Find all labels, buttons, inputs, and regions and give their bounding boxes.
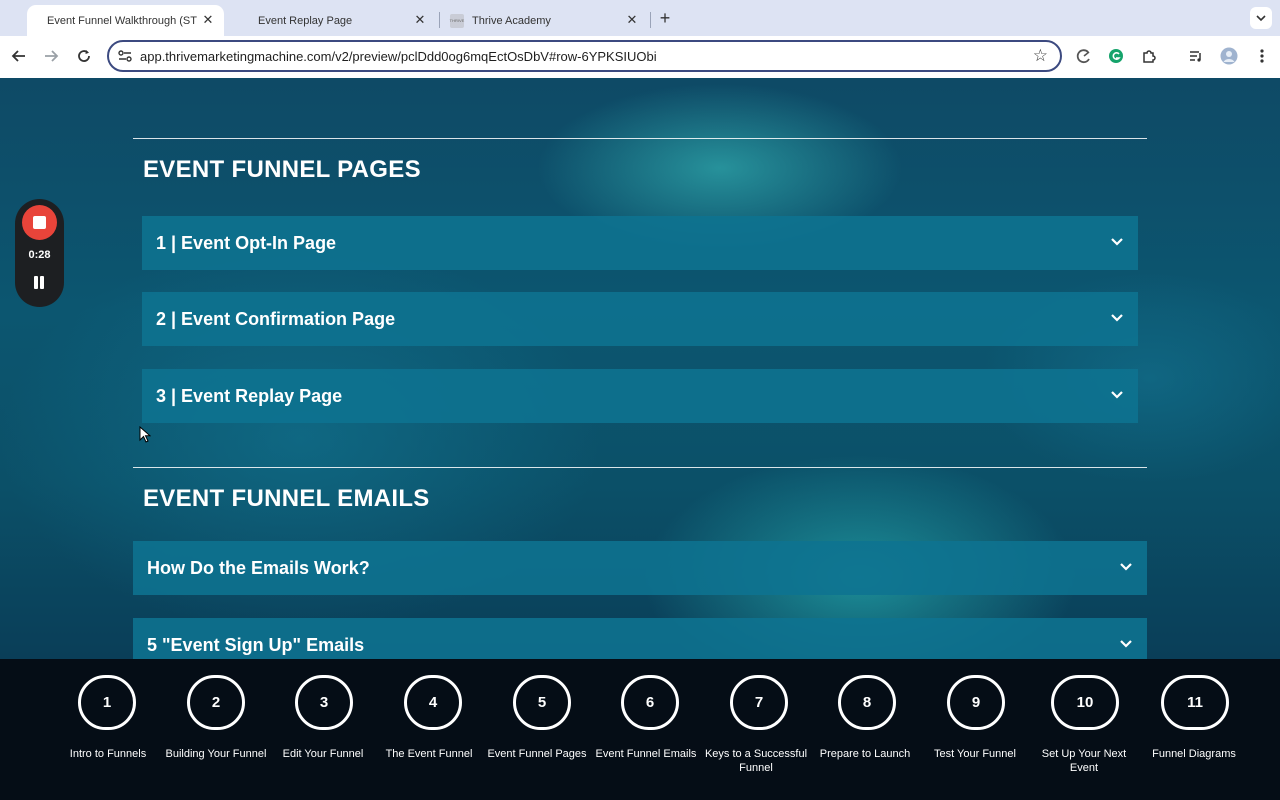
stop-recording-button[interactable] <box>22 205 57 240</box>
accordion-event-sign-up-emails[interactable]: 5 "Event Sign Up" Emails <box>133 618 1147 659</box>
step-6-event-funnel-emails[interactable]: 6 Event Funnel Emails <box>591 659 701 800</box>
accordion-label: 3 | Event Replay Page <box>156 385 343 406</box>
step-9-test-your-funnel[interactable]: 9 Test Your Funnel <box>920 659 1030 800</box>
pause-icon[interactable] <box>33 276 46 290</box>
step-1-intro-to-funnels[interactable]: 1 Intro to Funnels <box>53 659 163 800</box>
browser-menu-icon[interactable] <box>1252 46 1272 66</box>
extension-loader-icon[interactable] <box>1074 46 1094 66</box>
chevron-down-icon <box>1120 563 1132 571</box>
tab-title: Event Replay Page <box>258 14 353 27</box>
step-number-circle: 11 <box>1161 675 1229 730</box>
step-label: Set Up Your Next Event <box>1041 748 1127 774</box>
step-number-circle: 8 <box>838 675 896 730</box>
tab-search-chevron-icon[interactable] <box>1250 7 1272 29</box>
step-number-circle: 10 <box>1051 675 1119 730</box>
step-number-circle: 4 <box>404 675 462 730</box>
step-number-circle: 9 <box>947 675 1005 730</box>
tab-separator <box>650 12 651 28</box>
tab-title: Thrive Academy <box>472 14 551 27</box>
step-7-keys-to-successful-funnel[interactable]: 7 Keys to a Successful Funnel <box>701 659 811 800</box>
chevron-down-icon <box>1111 238 1123 246</box>
close-tab-icon[interactable]: ✕ <box>200 12 216 28</box>
step-label: Prepare to Launch <box>819 748 911 760</box>
tab-event-replay-page[interactable]: Event Replay Page ✕ <box>236 5 436 36</box>
step-number-circle: 6 <box>621 675 679 730</box>
step-11-funnel-diagrams[interactable]: 11 Funnel Diagrams <box>1139 659 1249 800</box>
section-divider <box>133 138 1147 139</box>
screen-recorder-widget: 0:28 <box>15 199 64 307</box>
chevron-down-icon <box>1111 314 1123 322</box>
bookmark-star-icon[interactable]: ☆ <box>1033 46 1048 66</box>
grammarly-icon[interactable] <box>1106 46 1126 66</box>
step-label: Edit Your Funnel <box>282 748 364 760</box>
address-bar[interactable]: app.thrivemarketingmachine.com/v2/previe… <box>107 40 1062 72</box>
step-4-the-event-funnel[interactable]: 4 The Event Funnel <box>374 659 484 800</box>
tab-title: Event Funnel Walkthrough (ST <box>47 14 197 27</box>
tab-strip: Event Funnel Walkthrough (ST ✕ Event Rep… <box>0 0 1280 36</box>
chevron-down-icon <box>1111 391 1123 399</box>
step-label: Intro to Funnels <box>69 748 147 760</box>
step-8-prepare-to-launch[interactable]: 8 Prepare to Launch <box>810 659 920 800</box>
mouse-cursor-icon <box>139 426 151 443</box>
step-label: Test Your Funnel <box>934 748 1016 760</box>
accordion-event-opt-in-page[interactable]: 1 | Event Opt-In Page <box>142 216 1138 270</box>
event-funnel-emails-heading: EVENT FUNNEL EMAILS <box>143 485 430 512</box>
accordion-how-do-emails-work[interactable]: How Do the Emails Work? <box>133 541 1147 595</box>
media-control-icon[interactable] <box>1186 46 1206 66</box>
accordion-event-confirmation-page[interactable]: 2 | Event Confirmation Page <box>142 292 1138 346</box>
event-funnel-pages-heading: EVENT FUNNEL PAGES <box>143 156 421 183</box>
step-number-circle: 7 <box>730 675 788 730</box>
step-10-set-up-next-event[interactable]: 10 Set Up Your Next Event <box>1029 659 1139 800</box>
step-label: Keys to a Successful Funnel <box>704 748 808 774</box>
extensions-puzzle-icon[interactable] <box>1139 46 1159 66</box>
browser-toolbar: app.thrivemarketingmachine.com/v2/previe… <box>0 36 1280 78</box>
step-label: Event Funnel Pages <box>487 748 587 760</box>
profile-avatar-icon[interactable] <box>1219 46 1239 66</box>
tab-event-funnel-walkthrough[interactable]: Event Funnel Walkthrough (ST ✕ <box>27 5 224 36</box>
new-tab-button[interactable]: + <box>655 8 675 28</box>
course-steps-nav: 1 Intro to Funnels 2 Building Your Funne… <box>0 659 1280 800</box>
section-divider <box>133 467 1147 468</box>
page-content: EVENT FUNNEL PAGES 1 | Event Opt-In Page… <box>0 78 1280 659</box>
forward-arrow-icon[interactable] <box>40 45 62 67</box>
step-number-circle: 1 <box>78 675 136 730</box>
accordion-label: 2 | Event Confirmation Page <box>156 308 396 329</box>
site-settings-icon[interactable] <box>117 48 133 64</box>
reload-icon[interactable] <box>73 45 95 67</box>
close-tab-icon[interactable]: ✕ <box>624 12 640 28</box>
accordion-label: 5 "Event Sign Up" Emails <box>147 634 365 655</box>
step-label: Building Your Funnel <box>165 748 267 760</box>
step-number-circle: 3 <box>295 675 353 730</box>
back-arrow-icon[interactable] <box>8 45 30 67</box>
thrive-favicon-icon: THRIVE <box>450 13 464 28</box>
step-label: Event Funnel Emails <box>595 748 697 760</box>
step-label: Funnel Diagrams <box>1152 748 1236 760</box>
tab-thrive-academy[interactable]: THRIVE Thrive Academy ✕ <box>440 5 648 36</box>
url-text: app.thrivemarketingmachine.com/v2/previe… <box>140 49 657 64</box>
chevron-down-icon <box>1120 640 1132 648</box>
accordion-label: How Do the Emails Work? <box>147 557 370 578</box>
step-number-circle: 5 <box>513 675 571 730</box>
step-2-building-your-funnel[interactable]: 2 Building Your Funnel <box>161 659 271 800</box>
step-label: The Event Funnel <box>385 748 473 760</box>
accordion-label: 1 | Event Opt-In Page <box>156 232 337 253</box>
close-tab-icon[interactable]: ✕ <box>412 12 428 28</box>
step-3-edit-your-funnel[interactable]: 3 Edit Your Funnel <box>268 659 378 800</box>
recording-timer: 0:28 <box>28 249 51 261</box>
step-number-circle: 2 <box>187 675 245 730</box>
accordion-event-replay-page[interactable]: 3 | Event Replay Page <box>142 369 1138 423</box>
step-5-event-funnel-pages[interactable]: 5 Event Funnel Pages <box>482 659 592 800</box>
